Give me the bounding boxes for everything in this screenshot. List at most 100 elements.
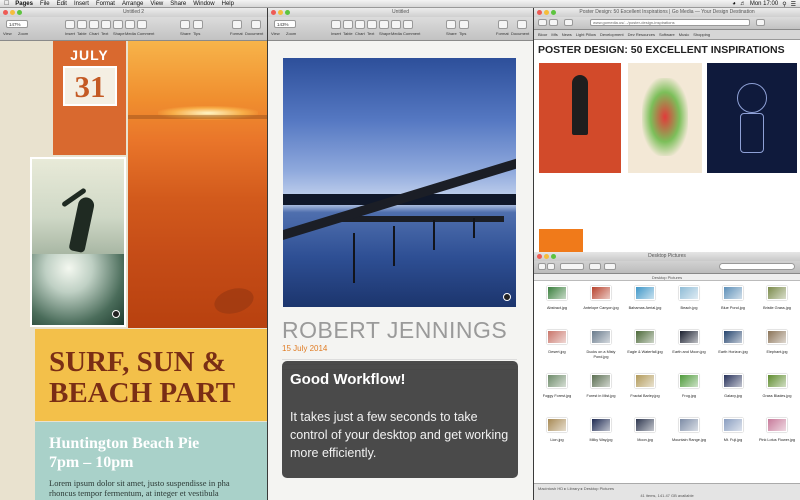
file-item[interactable]: Foggy Forest.jpg — [535, 371, 579, 413]
media-button[interactable] — [391, 20, 401, 29]
share-button[interactable] — [564, 19, 573, 26]
back-button[interactable] — [538, 19, 547, 26]
chart-button[interactable] — [89, 20, 99, 29]
text-button[interactable] — [101, 20, 111, 29]
bookmark-item[interactable]: Shopping — [693, 32, 710, 37]
zoom-icon[interactable] — [551, 254, 556, 259]
format-button[interactable] — [498, 20, 508, 29]
insert-button[interactable] — [331, 20, 341, 29]
file-item[interactable]: Ducks on a Misty Pond.jpg — [579, 327, 623, 369]
address-bar[interactable]: www.gomedia.us/.../poster-design-inspira… — [590, 19, 750, 26]
chart-button[interactable] — [355, 20, 365, 29]
media-button[interactable] — [125, 20, 135, 29]
close-icon[interactable] — [537, 254, 542, 259]
author-name[interactable]: ROBERT JENNINGS — [282, 317, 507, 344]
file-item[interactable]: Fractal Barley.jpg — [623, 371, 667, 413]
headline-text[interactable]: SURF, SUN & BEACH PART — [49, 347, 267, 409]
insert-button[interactable] — [65, 20, 75, 29]
menu-item-view[interactable]: View — [150, 1, 163, 7]
window-titlebar[interactable]: Desktop Pictures — [534, 252, 800, 261]
file-item[interactable]: Earth Horizon.jpg — [711, 327, 755, 369]
file-item[interactable]: Antelope Canyon.jpg — [579, 283, 623, 325]
reader-button[interactable] — [756, 19, 765, 26]
document-button[interactable] — [517, 20, 527, 29]
file-item[interactable]: Milky Way.jpg — [579, 415, 623, 457]
view-mode-buttons[interactable] — [560, 263, 584, 270]
zoom-icon[interactable] — [17, 10, 22, 15]
file-item[interactable]: Lion.jpg — [535, 415, 579, 457]
arrange-button[interactable] — [589, 263, 601, 270]
close-icon[interactable] — [271, 10, 276, 15]
bookmark-item[interactable]: Bloor — [538, 32, 547, 37]
format-button[interactable] — [232, 20, 242, 29]
notification-panel[interactable]: Good Workflow! It takes just a few secon… — [282, 361, 518, 478]
tips-button[interactable] — [459, 20, 469, 29]
poster-image[interactable] — [628, 63, 702, 173]
poster-image[interactable] — [539, 63, 621, 173]
minimize-icon[interactable] — [544, 254, 549, 259]
minimize-icon[interactable] — [278, 10, 283, 15]
back-button[interactable] — [538, 263, 546, 270]
menu-item-file[interactable]: File — [40, 1, 50, 7]
menu-item-help[interactable]: Help — [222, 1, 234, 7]
menu-item-arrange[interactable]: Arrange — [122, 1, 143, 7]
zoom-select[interactable]: 143% — [274, 20, 296, 28]
close-icon[interactable] — [537, 10, 542, 15]
date-block[interactable]: JULY 31 — [53, 41, 126, 155]
window-titlebar[interactable]: Poster Design: 50 Excellent Inspirations… — [534, 8, 800, 17]
menu-clock[interactable]: Mon 17:00 — [750, 1, 778, 7]
file-item[interactable]: Mt. Fuji.jpg — [711, 415, 755, 457]
bookmark-item[interactable]: Development — [600, 32, 624, 37]
file-item[interactable]: Bahamas Aerial.jpg — [623, 283, 667, 325]
file-item[interactable]: Elephant.jpg — [755, 327, 799, 369]
text-button[interactable] — [367, 20, 377, 29]
publish-date[interactable]: 15 July 2014 — [282, 344, 327, 353]
minimize-icon[interactable] — [10, 10, 15, 15]
pier-photo[interactable] — [283, 58, 516, 307]
event-title[interactable]: Huntington Beach Pie 7pm – 10pm — [49, 434, 199, 472]
file-item[interactable]: Frog.jpg — [667, 371, 711, 413]
table-button[interactable] — [343, 20, 353, 29]
event-body-text[interactable]: Lorem ipsum dolor sit amet, justo suspen… — [49, 478, 267, 498]
share-button[interactable] — [446, 20, 456, 29]
media-placeholder-icon[interactable] — [503, 293, 511, 301]
bookmark-item[interactable]: Mfs — [551, 32, 557, 37]
tips-button[interactable] — [193, 20, 203, 29]
file-item[interactable]: Beach.jpg — [667, 283, 711, 325]
document-canvas[interactable]: JULY 31 SURF, SUN & BEACH PART Huntingto… — [0, 41, 267, 500]
comment-button[interactable] — [403, 20, 413, 29]
volume-icon[interactable]: ♬ — [740, 1, 746, 7]
bookmark-item[interactable]: Software — [659, 32, 675, 37]
menu-item-edit[interactable]: Edit — [57, 1, 67, 7]
bookmark-item[interactable]: Music — [679, 32, 689, 37]
document-button[interactable] — [251, 20, 261, 29]
file-item[interactable]: Earth and Moon.jpg — [667, 327, 711, 369]
share-button[interactable] — [180, 20, 190, 29]
file-item[interactable]: Galaxy.jpg — [711, 371, 755, 413]
file-item[interactable]: Bristle Grass.jpg — [755, 283, 799, 325]
search-field[interactable] — [719, 263, 795, 270]
menu-item-insert[interactable]: Insert — [74, 1, 89, 7]
zoom-icon[interactable] — [285, 10, 290, 15]
table-button[interactable] — [77, 20, 87, 29]
web-page[interactable]: POSTER DESIGN: 50 EXCELLENT INSPIRATIONS — [534, 41, 800, 258]
file-item[interactable]: Grass Blades.jpg — [755, 371, 799, 413]
poster-image[interactable] — [707, 63, 797, 173]
shape-button[interactable] — [379, 20, 389, 29]
menu-item-window[interactable]: Window — [193, 1, 214, 7]
path-bar[interactable]: Macintosh HD ▸ Library ▸ Desktop Picture… — [538, 486, 614, 491]
file-item[interactable]: Moon.jpg — [623, 415, 667, 457]
action-button[interactable] — [604, 263, 616, 270]
zoom-select[interactable]: 147% — [6, 20, 28, 28]
zoom-icon[interactable] — [551, 10, 556, 15]
menu-item-share[interactable]: Share — [170, 1, 186, 7]
file-item[interactable]: Mountain Range.jpg — [667, 415, 711, 457]
comment-button[interactable] — [137, 20, 147, 29]
file-item[interactable]: Eagle & Waterfall.jpg — [623, 327, 667, 369]
headline-band[interactable]: SURF, SUN & BEACH PART — [35, 329, 267, 421]
bookmark-item[interactable]: Dev Resources — [628, 32, 655, 37]
list-icon[interactable]: ☰ — [791, 1, 796, 8]
bookmark-item[interactable]: News — [562, 32, 572, 37]
file-item[interactable]: Desert.jpg — [535, 327, 579, 369]
wifi-icon[interactable]: ◕ — [732, 1, 736, 7]
